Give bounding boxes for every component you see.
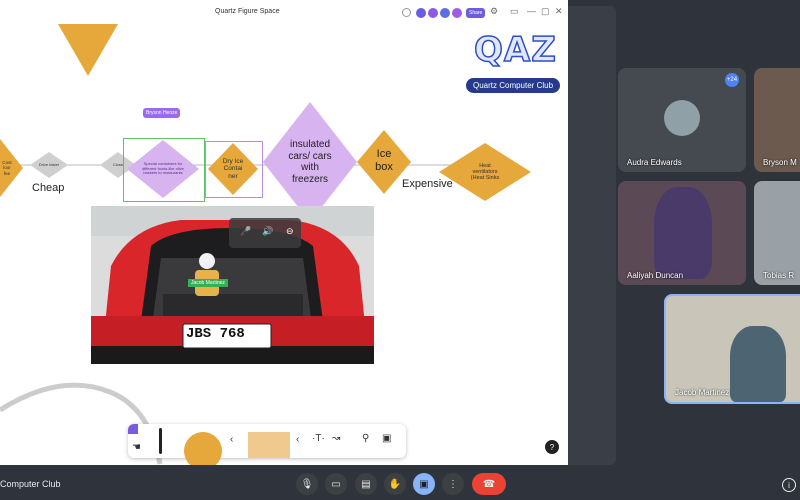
settings-icon[interactable]: ⚙ (490, 6, 498, 17)
maximize-icon[interactable]: ▢ (541, 6, 550, 17)
shared-whiteboard[interactable]: Quartz Figure Space Share ⚙ ▭ — ▢ ✕ Brys… (0, 0, 568, 465)
shape-text: Special containers for different foods l… (142, 161, 184, 176)
share-button[interactable]: Share (466, 8, 486, 18)
help-icon[interactable]: ? (545, 440, 559, 454)
participant-video (654, 187, 712, 279)
shape-text: Heat ventilators (Heat Sinks (470, 162, 500, 182)
participant-tile[interactable]: Tobias R (754, 181, 800, 285)
user-cursor-tag: Bryson Henze (143, 108, 181, 118)
shape-text: Ice box (375, 148, 393, 173)
triangle-shape[interactable] (56, 22, 120, 78)
text-tool-icon[interactable]: ·T· (312, 433, 325, 444)
volume-icon[interactable]: 🔊 (262, 226, 273, 237)
remove-icon[interactable]: ⊖ (286, 226, 294, 237)
present-icon[interactable]: ▣ (413, 473, 435, 495)
close-icon[interactable]: ✕ (555, 6, 563, 17)
shape-text: Dry Ice Contai ner (222, 157, 244, 180)
captions-icon[interactable]: ▤ (355, 473, 377, 495)
sticky-note-icon[interactable] (248, 432, 290, 458)
participant-name: Bryson M (763, 158, 797, 167)
meeting-name: Computer Club (0, 479, 61, 489)
license-plate: JBS 768 (186, 326, 245, 342)
participant-name: Audra Edwards (627, 158, 682, 167)
present-icon[interactable]: ▭ (510, 6, 519, 17)
document-title: Quartz Figure Space (215, 8, 280, 15)
participant-count-badge: +24 (725, 73, 739, 87)
mute-icon[interactable]: 🎤 (240, 226, 251, 237)
chevron-icon[interactable]: ‹ (230, 434, 233, 445)
club-name-badge: Quartz Computer Club (466, 78, 560, 93)
more-tools-icon[interactable]: ▣ (382, 433, 391, 444)
more-icon[interactable]: ⋮ (442, 473, 464, 495)
hand-tool-icon[interactable]: ☚ (132, 442, 141, 453)
shape-text: Drive faster (38, 161, 60, 167)
user-cursor-tag: Jacob Martinez (188, 279, 228, 287)
whiteboard-toolbar: ☚ ‹ ‹ ·T· ↝ ⚲ ▣ (128, 424, 406, 465)
participant-tile[interactable]: Aaliyah Duncan (618, 181, 746, 285)
participant-name: Jacob Martinez (675, 388, 730, 397)
shape-text: insulated cars/ cars with freezers (288, 139, 332, 185)
chevron-icon[interactable]: ‹ (296, 434, 299, 445)
avatar[interactable] (452, 8, 462, 18)
info-icon[interactable]: i (782, 478, 796, 492)
participant-tile[interactable]: +24 Audra Edwards (618, 68, 746, 172)
participant-name: Tobias R (763, 271, 795, 280)
mic-icon[interactable]: 🎙 (296, 473, 318, 495)
avatar[interactable] (428, 8, 438, 18)
avatar (664, 100, 700, 136)
stamp-tool-icon[interactable]: ⚲ (362, 433, 369, 444)
participant-name: Aaliyah Duncan (627, 271, 684, 280)
headphones-icon[interactable] (402, 8, 411, 17)
participant-video (730, 326, 786, 402)
participant-tile-active[interactable]: Jacob Martinez (664, 294, 800, 404)
participant-tile[interactable]: Bryson M (754, 68, 800, 172)
club-logo: QAZ (473, 29, 557, 71)
end-call-icon[interactable]: ☎ (472, 473, 506, 495)
avatar[interactable] (416, 8, 426, 18)
avatar[interactable] (440, 8, 450, 18)
shape-tool-icon[interactable] (184, 432, 222, 465)
label-cheap: Cheap (32, 182, 65, 194)
shape-text: Cost loor fee (2, 160, 12, 176)
select-tool-icon[interactable] (128, 424, 138, 434)
minimize-icon[interactable]: — (527, 6, 536, 16)
raise-hand-icon[interactable]: ✋ (384, 473, 406, 495)
presentation-frame (568, 6, 616, 465)
connector-tool-icon[interactable]: ↝ (332, 433, 340, 444)
camera-icon[interactable]: ▭ (325, 473, 347, 495)
pen-tool-icon[interactable] (159, 428, 162, 454)
